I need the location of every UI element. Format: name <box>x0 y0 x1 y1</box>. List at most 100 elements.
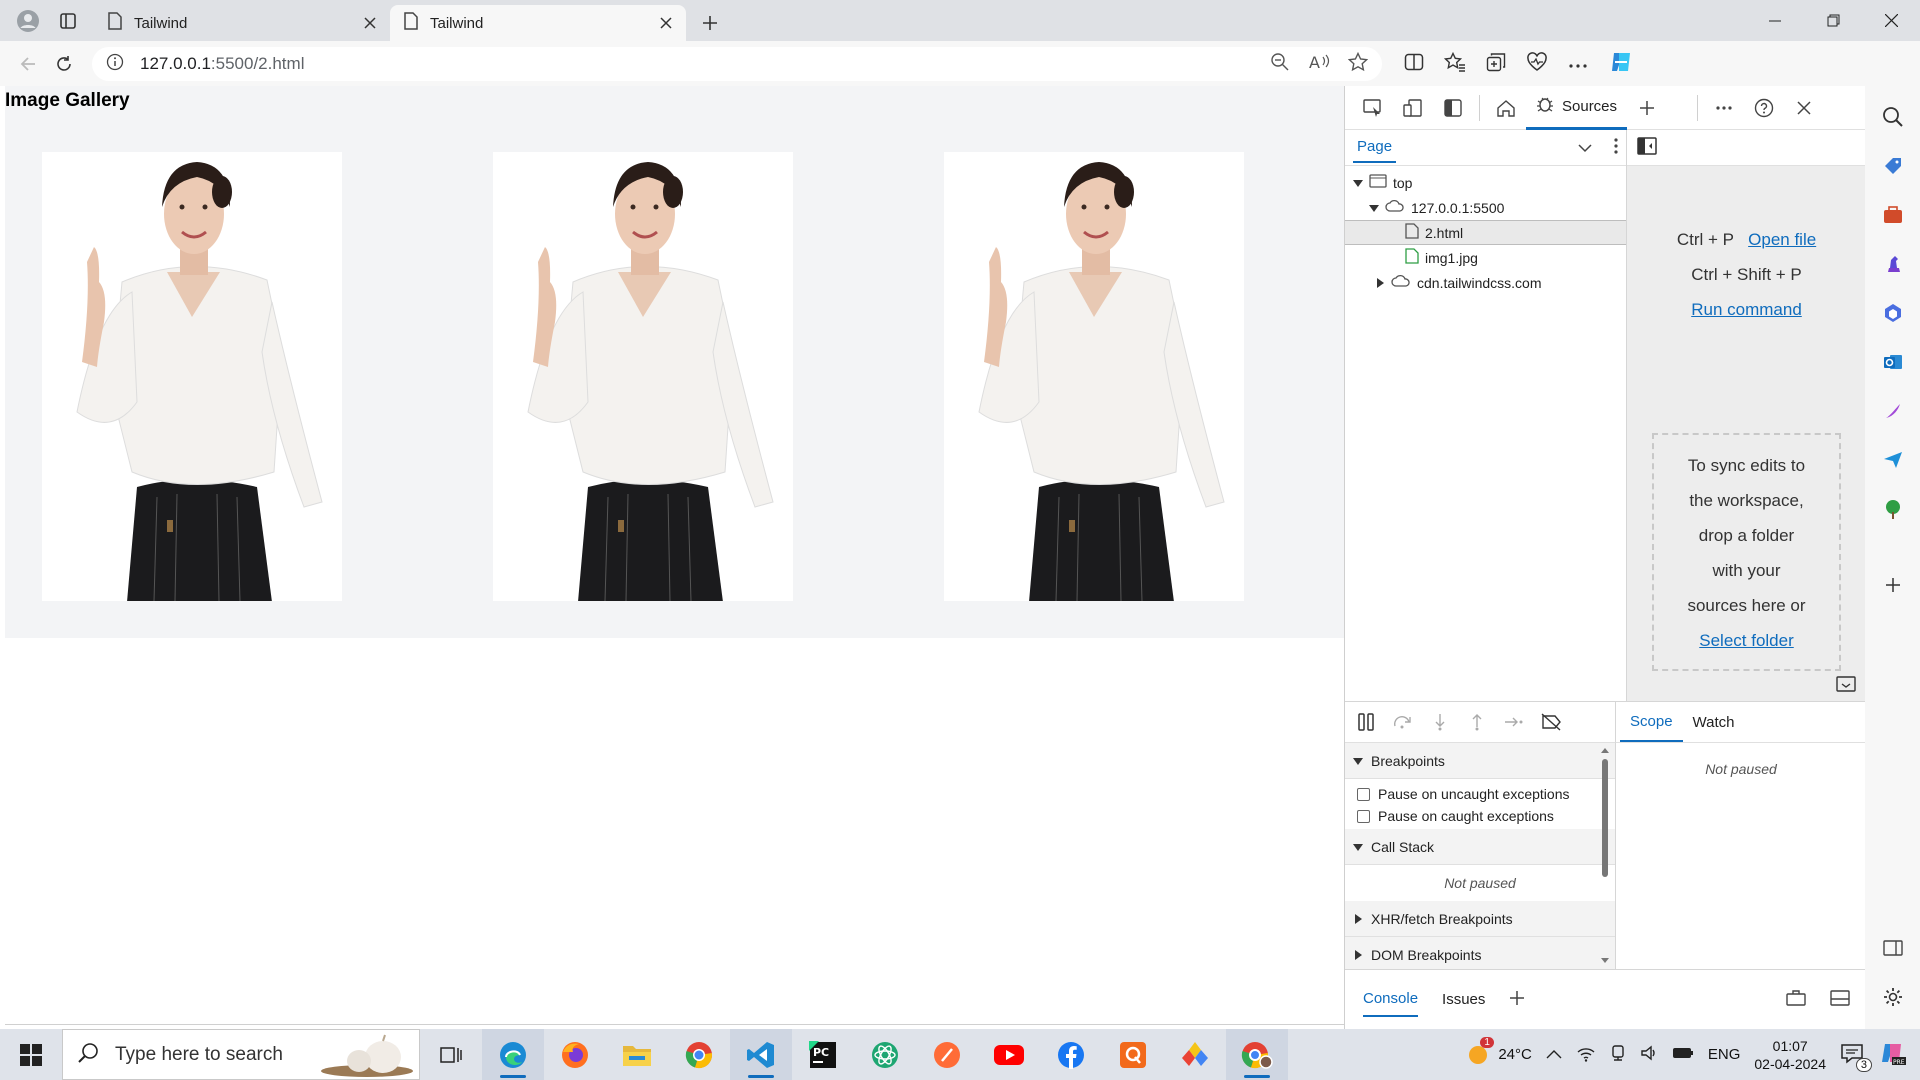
outlook-icon[interactable] <box>1875 344 1911 380</box>
customize-menu-icon[interactable] <box>1704 92 1744 124</box>
step-out-icon[interactable] <box>1458 706 1495 738</box>
new-tab-button[interactable] <box>692 5 728 41</box>
favorite-star-icon[interactable] <box>1347 51 1369 75</box>
welcome-home-icon[interactable] <box>1486 92 1526 124</box>
games-chess-icon[interactable] <box>1875 246 1911 282</box>
step-over-icon[interactable] <box>1384 706 1421 738</box>
split-screen-icon[interactable] <box>1404 52 1424 75</box>
navigator-menu-icon[interactable] <box>1614 138 1618 157</box>
inspect-element-icon[interactable] <box>1353 92 1393 124</box>
tab-console[interactable]: Console <box>1363 982 1419 1017</box>
taskbar-gemini-app-icon[interactable] <box>1164 1029 1226 1080</box>
pause-uncaught-checkbox[interactable]: Pause on uncaught exceptions <box>1345 783 1615 805</box>
taskbar-q-app-icon[interactable] <box>1102 1029 1164 1080</box>
run-command-link[interactable]: Run command <box>1691 300 1802 319</box>
taskbar-pycharm-icon[interactable]: PC <box>792 1029 854 1080</box>
toggle-navigator-icon[interactable] <box>1637 137 1657 158</box>
taskbar-chrome-icon[interactable] <box>668 1029 730 1080</box>
tree-item-file-selected[interactable]: 2.html <box>1345 220 1626 245</box>
tab-issues[interactable]: Issues <box>1442 991 1485 1008</box>
drop-send-icon[interactable] <box>1875 442 1911 478</box>
task-view-icon[interactable] <box>420 1029 482 1080</box>
taskbar-postman-icon[interactable] <box>916 1029 978 1080</box>
more-tools-plus-icon[interactable] <box>1627 92 1667 124</box>
tab-actions-icon[interactable] <box>50 5 86 37</box>
breakpoints-scrollbar[interactable] <box>1599 743 1611 969</box>
windows-start-icon[interactable] <box>0 1029 62 1080</box>
copilot-icon[interactable] <box>1608 49 1634 78</box>
collections-icon[interactable] <box>1486 52 1506 75</box>
taskbar-edge-icon[interactable] <box>482 1029 544 1080</box>
meet-now-icon[interactable] <box>1610 1044 1626 1066</box>
microsoft-365-icon[interactable] <box>1875 295 1911 331</box>
taskbar-vscode-icon[interactable] <box>730 1029 792 1080</box>
open-file-link[interactable]: Open file <box>1748 230 1816 249</box>
breakpoints-section-header[interactable]: Breakpoints <box>1345 743 1615 779</box>
taskbar-atom-icon[interactable] <box>854 1029 916 1080</box>
close-window-icon[interactable] <box>1862 0 1920 41</box>
add-drawer-tab-icon[interactable] <box>1509 990 1525 1010</box>
settings-gear-icon[interactable] <box>1875 979 1911 1015</box>
tab-sources[interactable]: Sources <box>1526 86 1628 130</box>
device-emulation-icon[interactable] <box>1393 92 1433 124</box>
read-aloud-icon[interactable]: A <box>1308 52 1330 75</box>
tab-scope[interactable]: Scope <box>1620 703 1683 742</box>
tab-page[interactable]: Page <box>1353 132 1397 163</box>
show-drawer-icon[interactable] <box>1836 676 1856 695</box>
close-icon[interactable] <box>360 13 380 33</box>
help-icon[interactable] <box>1744 92 1784 124</box>
tools-briefcase-icon[interactable] <box>1875 197 1911 233</box>
site-info-icon[interactable] <box>106 53 124 74</box>
tree-item-cdn[interactable]: cdn.tailwindcss.com <box>1345 270 1626 295</box>
sidebar-hide-icon[interactable] <box>1875 930 1911 966</box>
taskbar-chrome-profile-icon[interactable] <box>1226 1029 1288 1080</box>
shopping-tag-icon[interactable] <box>1875 148 1911 184</box>
search-icon[interactable] <box>1875 99 1911 135</box>
close-devtools-icon[interactable] <box>1784 92 1824 124</box>
close-drawer-icon[interactable] <box>1830 989 1850 1010</box>
more-options-icon[interactable] <box>1568 56 1588 72</box>
tree-item-top[interactable]: top <box>1345 170 1626 195</box>
taskbar-search-box[interactable]: Type here to search <box>62 1029 420 1080</box>
dock-side-icon[interactable] <box>1433 92 1473 124</box>
battery-icon[interactable] <box>1672 1046 1694 1064</box>
browser-essentials-icon[interactable] <box>1526 52 1548 75</box>
step-into-icon[interactable] <box>1421 706 1458 738</box>
back-icon[interactable] <box>10 46 46 82</box>
wifi-icon[interactable] <box>1576 1044 1596 1066</box>
favorites-icon[interactable] <box>1443 51 1466 75</box>
refresh-icon[interactable] <box>46 46 82 82</box>
step-icon[interactable] <box>1495 706 1532 738</box>
pause-icon[interactable] <box>1347 706 1384 738</box>
notifications-icon[interactable]: 3 <box>1840 1042 1872 1072</box>
call-stack-section-header[interactable]: Call Stack <box>1345 829 1615 865</box>
volume-icon[interactable] <box>1640 1044 1658 1066</box>
taskbar-firefox-icon[interactable] <box>544 1029 606 1080</box>
browser-tab-1[interactable]: Tailwind <box>94 5 390 41</box>
restore-icon[interactable] <box>1804 0 1862 41</box>
workspace-drop-zone[interactable]: To sync edits to the workspace, drop a f… <box>1652 433 1841 671</box>
close-icon[interactable] <box>656 13 676 33</box>
taskbar-youtube-icon[interactable] <box>978 1029 1040 1080</box>
zoom-icon[interactable] <box>1270 52 1290 75</box>
select-folder-link[interactable]: Select folder <box>1654 623 1839 658</box>
chevron-down-icon[interactable] <box>1578 140 1592 156</box>
weather-widget[interactable]: 1 24°C <box>1464 1036 1532 1069</box>
tab-watch[interactable]: Watch <box>1683 704 1745 741</box>
tree-item-image[interactable]: img1.jpg <box>1345 245 1626 270</box>
taskbar-facebook-icon[interactable] <box>1040 1029 1102 1080</box>
browser-tab-2[interactable]: Tailwind <box>390 5 686 41</box>
minimize-icon[interactable] <box>1746 0 1804 41</box>
input-language[interactable]: ENG <box>1708 1046 1741 1063</box>
designer-icon[interactable] <box>1875 393 1911 429</box>
profile-icon[interactable] <box>10 5 46 37</box>
address-bar[interactable]: 127.0.0.1:5500/2.html A <box>92 46 1382 81</box>
add-sidebar-app-icon[interactable] <box>1875 567 1911 603</box>
undock-drawer-icon[interactable] <box>1786 989 1806 1010</box>
tree-icon[interactable] <box>1875 491 1911 527</box>
dom-breakpoints-section-header[interactable]: DOM Breakpoints <box>1345 937 1615 969</box>
copilot-preview-icon[interactable]: PRE <box>1878 1039 1906 1071</box>
pause-caught-checkbox[interactable]: Pause on caught exceptions <box>1345 805 1615 827</box>
deactivate-breakpoints-icon[interactable] <box>1532 706 1569 738</box>
taskbar-file-explorer-icon[interactable] <box>606 1029 668 1080</box>
